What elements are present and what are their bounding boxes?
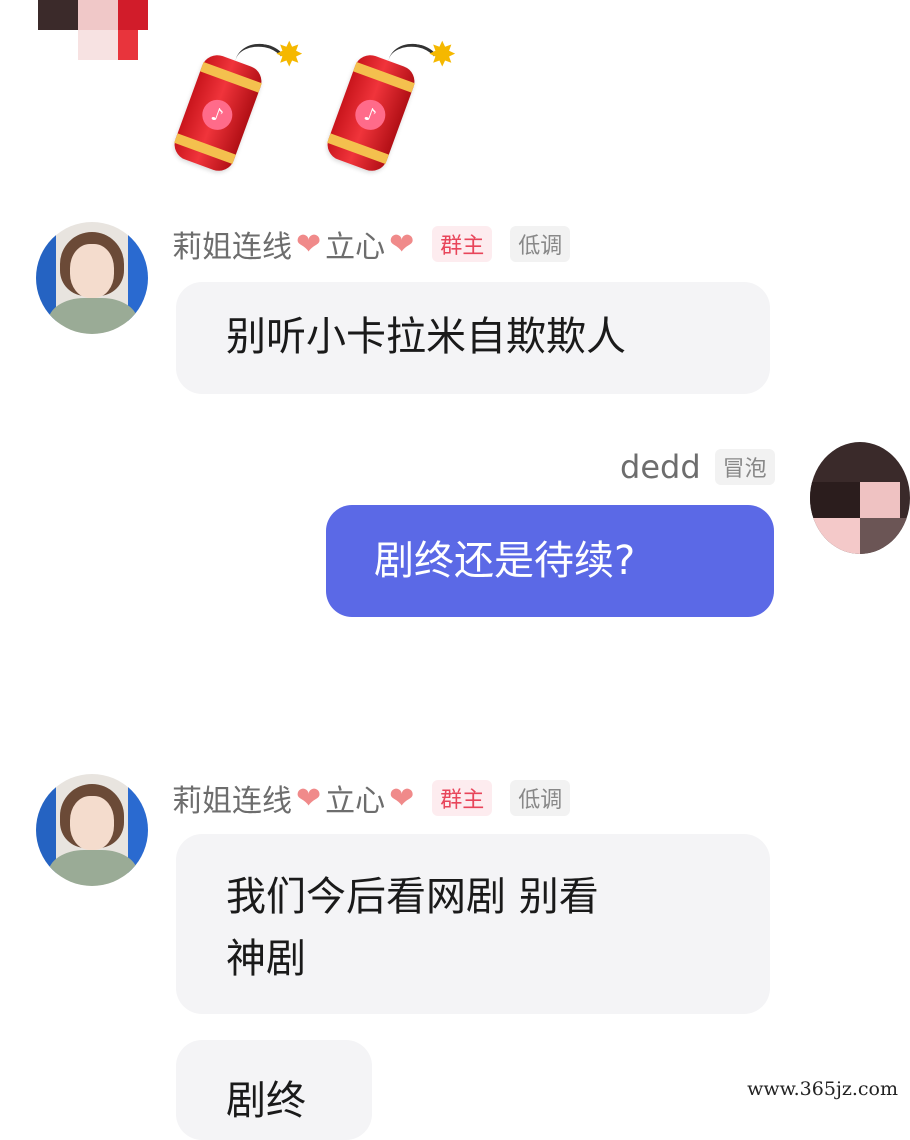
watermark: www.365jz.com [741,1076,904,1102]
spark-icon: ✸ [275,35,304,75]
heart-icon: ❤ [296,780,322,816]
self-name[interactable]: dedd [620,448,701,486]
sender-suffix: 立心 [325,784,386,819]
top-avatar-partial[interactable] [38,0,178,70]
sender-avatar[interactable] [36,222,148,334]
outgoing-message-bubble[interactable]: 剧终还是待续? [326,505,774,617]
sender-avatar[interactable] [36,774,148,886]
sender-suffix: 立心 [325,230,386,265]
owner-badge: 群主 [432,780,493,816]
heart-icon: ❤ [389,226,415,262]
self-header: dedd 冒泡 [620,448,775,486]
heart-icon: ❤ [389,780,415,816]
spark-icon: ✸ [428,35,457,75]
message-text: 别听小卡拉米自欺欺人 [226,314,626,360]
message-bubble[interactable]: 剧终 [176,1040,372,1140]
message-text: 剧终还是待续? [374,538,636,584]
sender-header: 莉姐连线 ❤ 立心 ❤ 群主 低调 [172,222,571,266]
sender-name[interactable]: 莉姐连线 [172,222,292,266]
message-text: 剧终 [226,1078,306,1124]
heart-icon: ❤ [296,226,322,262]
message-text-line: 神剧 [226,936,306,982]
sender-name[interactable]: 莉姐连线 [172,776,292,820]
owner-badge: 群主 [432,226,493,262]
self-avatar[interactable] [810,442,910,554]
firecracker-sticker[interactable]: ♪ ✸ [165,30,315,180]
message-text-line: 我们今后看网剧 别看 [226,874,599,920]
message-bubble[interactable]: 别听小卡拉米自欺欺人 [176,282,770,394]
status-badge: 冒泡 [714,449,775,485]
firecracker-sticker[interactable]: ♪ ✸ [318,30,468,180]
status-badge: 低调 [510,226,571,262]
sender-header: 莉姐连线 ❤ 立心 ❤ 群主 低调 [172,776,571,820]
status-badge: 低调 [510,780,571,816]
message-bubble[interactable]: 我们今后看网剧 别看 神剧 [176,834,770,1014]
